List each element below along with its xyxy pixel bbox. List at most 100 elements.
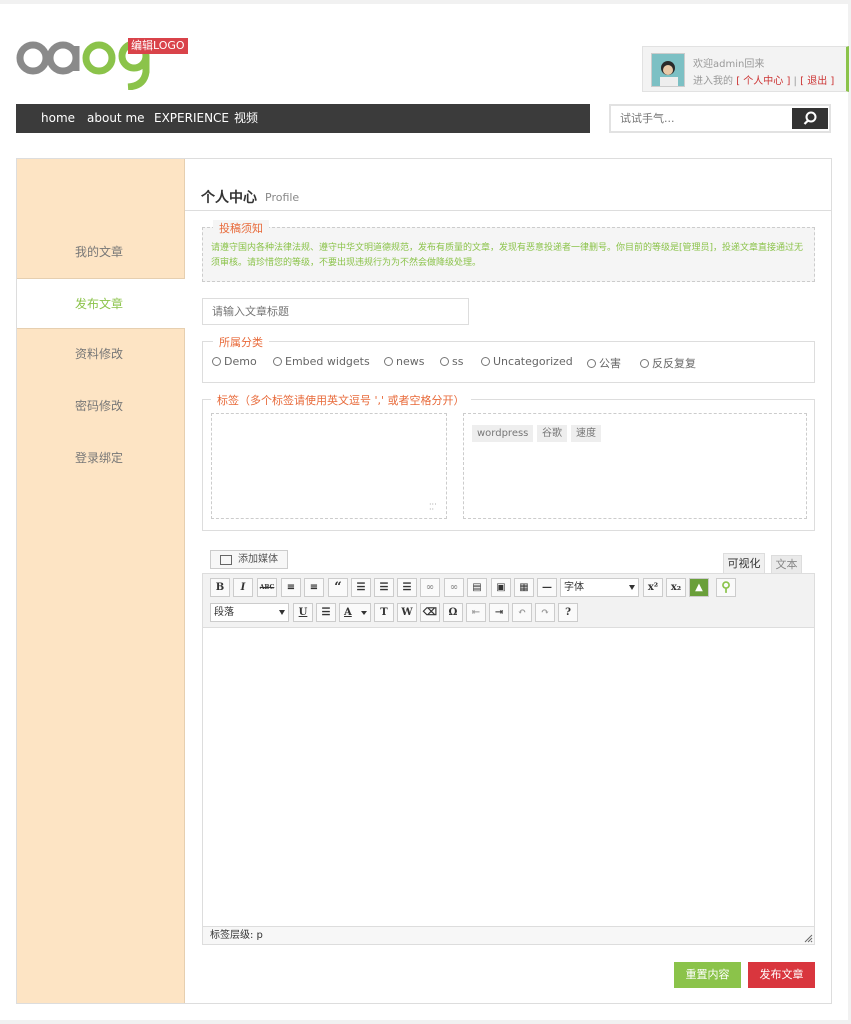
blockquote-icon[interactable]: “ <box>328 578 348 597</box>
publish-article-button[interactable]: 发布文章 <box>748 962 815 988</box>
category-option-gonghai[interactable]: 公害 <box>587 355 621 371</box>
category-option-demo[interactable]: Demo <box>212 355 257 368</box>
radio-icon[interactable] <box>440 357 449 366</box>
article-title-input[interactable] <box>202 298 469 325</box>
search-box <box>609 104 831 133</box>
undo-icon[interactable]: ↶ <box>512 603 532 622</box>
category-option-uncategorized[interactable]: Uncategorized <box>481 355 573 368</box>
page-title: 个人中心 <box>201 190 257 206</box>
user-panel: 欢迎admin回来 进入我的 [ 个人中心 ] | [ 退出 ] <box>642 46 849 92</box>
align-right-icon[interactable]: ☰ <box>397 578 417 597</box>
media-icon <box>220 555 232 565</box>
rich-text-editor: B I ABC ≡ ≡ “ ☰ ☰ ☰ ∞ ∞ ▤ ▣ ▦ — 字体 x² x₂… <box>202 573 815 945</box>
justify-icon[interactable]: ☰ <box>316 603 336 622</box>
avatar[interactable] <box>651 53 685 87</box>
bullet-list-icon[interactable]: ≡ <box>281 578 301 597</box>
radio-icon[interactable] <box>273 357 282 366</box>
clear-format-icon[interactable]: ⌫ <box>420 603 440 622</box>
add-media-button[interactable]: 添加媒体 <box>210 550 288 569</box>
align-center-icon[interactable]: ☰ <box>374 578 394 597</box>
horizontal-line-icon[interactable]: — <box>537 578 557 597</box>
superscript-icon[interactable]: x² <box>643 578 663 597</box>
sidebar-item-my-articles[interactable]: 我的文章 <box>17 227 185 278</box>
reset-content-button[interactable]: 重置内容 <box>674 962 741 988</box>
radio-icon[interactable] <box>640 359 649 368</box>
insert-image-icon[interactable]: ▲ <box>689 578 709 597</box>
text-color-icon[interactable]: A <box>339 603 371 622</box>
nav-item-home[interactable]: home <box>41 104 75 133</box>
font-family-select[interactable]: 字体 <box>560 578 639 597</box>
help-icon[interactable]: ? <box>558 603 578 622</box>
profile-link[interactable]: [ 个人中心 ] <box>736 76 790 87</box>
welcome-text: 欢迎admin回来 <box>693 59 765 70</box>
paragraph-format-select[interactable]: 段落 <box>210 603 289 622</box>
nav-item-about-me[interactable]: about me <box>87 104 145 133</box>
subscript-icon[interactable]: x₂ <box>666 578 686 597</box>
italic-icon[interactable]: I <box>233 578 253 597</box>
search-input[interactable] <box>611 106 791 131</box>
outdent-icon[interactable]: ⇤ <box>466 603 486 622</box>
editor-content-area[interactable] <box>203 628 814 926</box>
radio-icon[interactable] <box>587 359 596 368</box>
special-char-icon[interactable]: Ω <box>443 603 463 622</box>
editor-status-bar: 标签层级: p <box>203 926 814 944</box>
tab-text[interactable]: 文本 <box>771 555 802 574</box>
tags-textarea[interactable]: ··· ·· <box>211 413 447 519</box>
editor-toolbar: B I ABC ≡ ≡ “ ☰ ☰ ☰ ∞ ∞ ▤ ▣ ▦ — 字体 x² x₂… <box>203 574 814 628</box>
radio-icon[interactable] <box>384 357 393 366</box>
fullscreen-icon[interactable]: ▣ <box>491 578 511 597</box>
logout-link[interactable]: [ 退出 ] <box>800 76 834 87</box>
element-path: 标签层级: p <box>210 930 263 941</box>
logo-badge: 编辑LOGO <box>128 38 188 54</box>
align-left-icon[interactable]: ☰ <box>351 578 371 597</box>
tab-visual[interactable]: 可视化 <box>723 553 765 574</box>
sidebar: 我的文章 发布文章 资料修改 密码修改 登录绑定 <box>17 159 185 1003</box>
tags-legend: 标签（多个标签请使用英文逗号 ',' 或者空格分开） <box>211 392 471 408</box>
submission-notice: 投稿须知 请遵守国内各种法律法规、遵守中华文明道德规范，发布有质量的文章，发现有… <box>202 220 815 282</box>
main-panel: 我的文章 发布文章 资料修改 密码修改 登录绑定 个人中心 Profile 投稿… <box>16 158 832 1004</box>
paste-word-icon[interactable]: W <box>397 603 417 622</box>
unlink-icon[interactable]: ∞ <box>444 578 464 597</box>
category-option-embed-widgets[interactable]: Embed widgets <box>273 355 370 368</box>
search-icon <box>803 111 817 125</box>
chevron-down-icon <box>629 585 635 590</box>
sidebar-item-login-binding[interactable]: 登录绑定 <box>17 433 185 484</box>
sidebar-item-edit-profile[interactable]: 资料修改 <box>17 329 185 380</box>
category-option-ss[interactable]: ss <box>440 355 463 368</box>
nav-item-video[interactable]: 视频 <box>234 104 258 133</box>
toolbar-toggle-icon[interactable]: ▦ <box>514 578 534 597</box>
user-links-prefix: 进入我的 <box>693 76 733 87</box>
category-option-news[interactable]: news <box>384 355 424 368</box>
insert-more-icon[interactable]: ▤ <box>467 578 487 597</box>
avatar-image-icon <box>652 54 684 86</box>
page-subtitle: Profile <box>265 191 300 204</box>
tag-chip[interactable]: 谷歌 <box>537 425 567 442</box>
resize-handle-icon[interactable] <box>803 933 813 943</box>
strikethrough-icon[interactable]: ABC <box>257 578 277 597</box>
category-option-fanfan[interactable]: 反反复复 <box>640 355 696 371</box>
category-fieldset: 所属分类 Demo Embed widgets news ss Uncatego… <box>202 334 815 383</box>
paste-text-icon[interactable]: T <box>374 603 394 622</box>
category-legend: 所属分类 <box>213 334 269 350</box>
chevron-down-icon <box>279 610 285 615</box>
sidebar-item-publish-article[interactable]: 发布文章 <box>17 278 185 329</box>
underline-icon[interactable]: U <box>293 603 313 622</box>
nav-item-experience[interactable]: EXPERIENCE <box>154 104 229 133</box>
tag-chip[interactable]: 速度 <box>571 425 601 442</box>
main-nav: home about me EXPERIENCE 视频 <box>16 104 590 133</box>
radio-icon[interactable] <box>481 357 490 366</box>
radio-icon[interactable] <box>212 357 221 366</box>
link-icon[interactable]: ∞ <box>420 578 440 597</box>
tag-suggestions: wordpress 谷歌 速度 <box>463 413 807 519</box>
sidebar-item-change-password[interactable]: 密码修改 <box>17 381 185 432</box>
resize-handle-icon[interactable]: ··· ·· <box>429 501 439 514</box>
map-pin-icon[interactable]: ⚲ <box>716 578 736 597</box>
tag-chip[interactable]: wordpress <box>472 425 534 442</box>
search-button[interactable] <box>792 108 828 129</box>
tags-fieldset: 标签（多个标签请使用英文逗号 ',' 或者空格分开） ··· ·· wordpre… <box>202 392 815 531</box>
numbered-list-icon[interactable]: ≡ <box>304 578 324 597</box>
link-separator: | <box>793 76 797 87</box>
bold-icon[interactable]: B <box>210 578 230 597</box>
indent-icon[interactable]: ⇥ <box>489 603 509 622</box>
redo-icon[interactable]: ↷ <box>535 603 555 622</box>
